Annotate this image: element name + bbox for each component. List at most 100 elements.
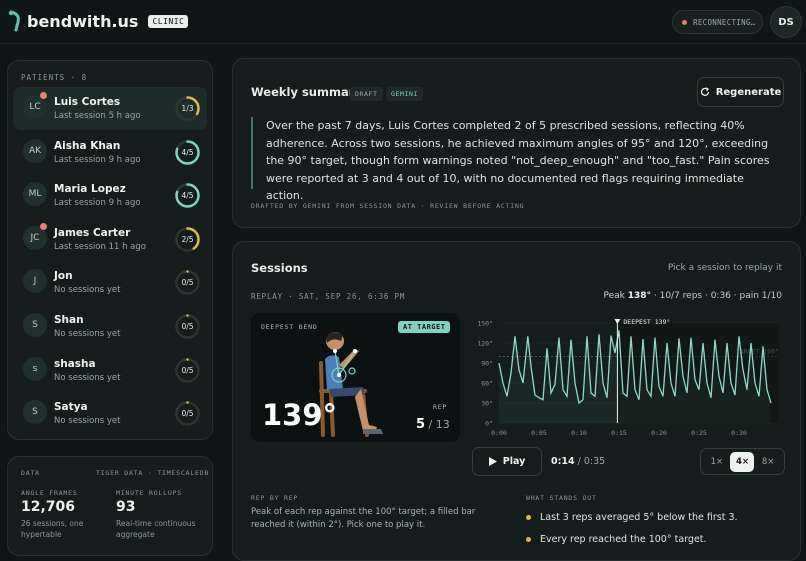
minute-rollups-value: 93: [116, 499, 136, 515]
patient-avatar: S: [23, 400, 47, 425]
x-tick-label: 0:15: [611, 429, 627, 437]
patients-panel: PATIENTS · 8 LC Luis Cortes Last session 5…: [7, 60, 213, 440]
x-tick-label: 0:10: [571, 429, 587, 437]
patient-last-session: Last session 11 h ago: [54, 241, 146, 252]
adherence-label: 2/5: [181, 234, 194, 244]
patient-row[interactable]: AK Aisha Khan Last session 9 h ago 4/5: [13, 131, 207, 174]
y-tick-label: 120°: [477, 340, 493, 348]
playback-time: 0:14 / 0:35: [551, 456, 605, 467]
stands-out-header: WHAT STANDS OUT: [526, 494, 597, 502]
play-icon: [488, 457, 497, 466]
stands-out-text: Every rep reached the 100° target.: [540, 534, 707, 545]
angle-frames-label: ANGLE FRAMES: [21, 489, 78, 497]
at-target-badge: AT TARGET: [398, 321, 451, 333]
patient-row[interactable]: ML Maria Lopez Last session 9 h ago 4/5: [13, 174, 207, 217]
alert-dot-icon: [40, 92, 47, 99]
x-tick-label: 0:30: [731, 429, 747, 437]
patient-avatar: AK: [23, 138, 47, 163]
patient-last-session: Last session 9 h ago: [54, 154, 141, 165]
patient-row[interactable]: LC Luis Cortes Last session 5 h ago 1/3: [13, 87, 207, 130]
adherence-label: 1/3: [181, 104, 194, 113]
deepest-angle-value: 139°: [262, 398, 338, 432]
regenerate-button[interactable]: Regenerate: [697, 77, 784, 107]
x-tick-label: 0:00: [491, 429, 507, 437]
refresh-icon: [700, 87, 709, 96]
patient-avatar: s: [23, 356, 47, 381]
bullet-icon: [526, 537, 531, 542]
y-tick-label: 30°: [481, 400, 493, 408]
y-tick-label: 60°: [481, 380, 493, 388]
user-avatar[interactable]: DS: [770, 6, 802, 38]
stats-peak: 138°: [627, 291, 652, 301]
data-source: TIGER DATA · TIMESCALEDB: [96, 469, 210, 477]
minute-rollups-label: MINUTE ROLLUPS: [116, 489, 182, 497]
rep-label: REP: [433, 403, 448, 411]
patient-avatar: J: [23, 269, 47, 294]
patient-row[interactable]: JC James Carter Last session 11 h ago 2/5: [13, 218, 207, 261]
rep-total: / 13: [425, 418, 450, 431]
deepest-bend-label: DEEPEST BEND: [261, 323, 318, 331]
patient-last-session: No sessions yet: [54, 372, 121, 383]
y-tick-label: 0°: [485, 420, 493, 428]
patient-row[interactable]: s shasha No sessions yet 0/5: [13, 349, 207, 392]
draft-tag: DRAFT: [350, 87, 383, 101]
replay-video[interactable]: DEEPEST BEND AT TARGET 139° REP 5 / 13: [251, 313, 460, 442]
patient-name: Shan: [54, 314, 84, 326]
patient-row[interactable]: S Shan No sessions yet 0/5: [13, 305, 207, 348]
x-tick-label: 0:20: [651, 429, 667, 437]
alert-dot-icon: [40, 222, 47, 230]
stands-out-item: Last 3 reps averaged 5° below the first …: [526, 512, 738, 523]
connection-status: RECONNECTING…: [672, 10, 763, 34]
patient-name: Jon: [54, 270, 73, 283]
connection-status-label: RECONNECTING…: [693, 17, 756, 27]
adherence-label: 4/5: [181, 191, 194, 201]
adherence-label: 0/5: [181, 409, 194, 419]
data-panel: DATA TIGER DATA · TIMESCALEDB ANGLE FRAM…: [7, 456, 213, 556]
patient-name: Luis Cortes: [54, 96, 121, 108]
patient-avatar: ML: [23, 182, 47, 207]
sessions-hint: Pick a session to replay it: [667, 263, 782, 273]
play-label: Play: [502, 456, 526, 467]
rep-counter: 5 / 13: [416, 417, 450, 432]
patient-name: Satya: [54, 401, 88, 414]
rep-current: 5: [416, 417, 426, 432]
top-bar: bendwith.us CLINIC RECONNECTING… DS: [0, 0, 806, 44]
stats-rest: · 10/7 reps · 0:36 · pain 1/10: [651, 291, 782, 301]
speed-option[interactable]: 4×: [730, 451, 755, 472]
deepest-marker-label: DEEPEST 139°: [623, 318, 670, 326]
patient-name: James Carter: [54, 226, 131, 239]
brand-name: bendwith.us: [27, 11, 139, 31]
replay-header: REPLAY · SAT, SEP 26, 6:36 PM: [251, 292, 406, 301]
speed-option[interactable]: 1×: [705, 452, 729, 472]
patient-last-session: Last session 9 h ago: [54, 198, 141, 209]
patient-row[interactable]: J Jon No sessions yet 0/5: [13, 261, 207, 304]
y-tick-label: 90°: [481, 360, 493, 368]
speed-option[interactable]: 8×: [756, 452, 780, 472]
stats-prefix: Peak: [603, 291, 628, 301]
angle-chart[interactable]: 150° 120° 90° 60° 30° 0°0:00 0:05 0:10 0:15 0:20 0…: [467, 313, 785, 443]
play-button[interactable]: Play: [472, 447, 542, 476]
patients-header: PATIENTS · 8: [21, 73, 88, 82]
patient-name: Maria Lopez: [54, 183, 126, 196]
patient-last-session: No sessions yet: [54, 329, 121, 339]
y-tick-label: 150°: [477, 320, 493, 328]
angle-frames-value: 12,706: [21, 499, 76, 515]
patient-name: shasha: [54, 357, 96, 370]
data-header: DATA: [21, 469, 40, 477]
patient-row[interactable]: S Satya No sessions yet 0/5: [13, 392, 207, 435]
sessions-panel: Sessions Pick a session to replay it REP…: [232, 241, 801, 561]
brand-logo[interactable]: bendwith.us CLINIC: [8, 10, 189, 32]
patient-last-session: Last session 5 h ago: [54, 111, 141, 121]
gemini-tag: GEMINI: [386, 87, 424, 101]
regenerate-label: Regenerate: [715, 86, 782, 98]
session-stats: Peak 138° · 10/7 reps · 0:36 · pain 1/10: [603, 291, 782, 301]
weekly-summary-panel: Weekly summary DRAFT GEMINI Regenerate O…: [232, 58, 801, 228]
adherence-label: 0/5: [181, 322, 194, 331]
patient-last-session: No sessions yet: [54, 416, 121, 427]
adherence-label: 0/5: [181, 278, 194, 288]
stands-out-item: Every rep reached the 100° target.: [526, 534, 707, 545]
clinic-badge: CLINIC: [148, 14, 189, 28]
status-dot-icon: [682, 19, 687, 25]
summary-footer: DRAFTED BY GEMINI FROM SESSION DATA · RE…: [251, 202, 525, 210]
summary-title: Weekly summary: [251, 85, 362, 99]
